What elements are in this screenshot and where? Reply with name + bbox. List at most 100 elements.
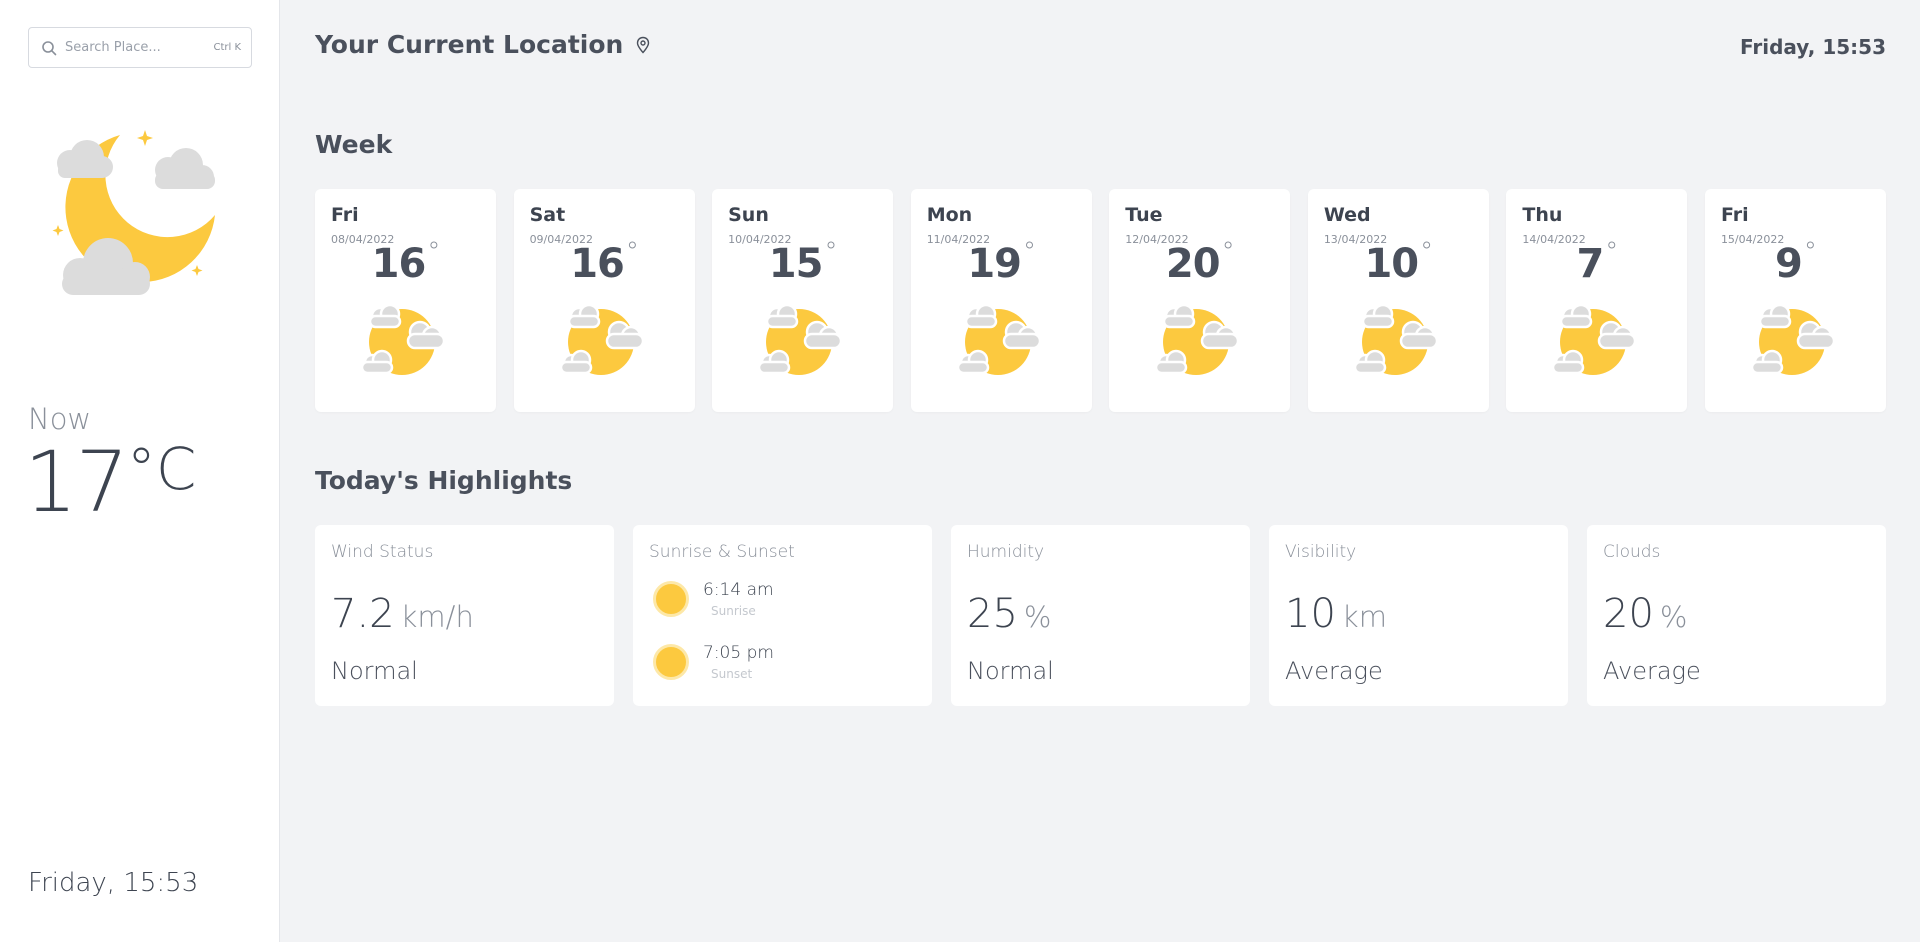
sunset-row: 7:05 pm Sunset: [653, 643, 774, 681]
current-temperature: 17°C: [24, 440, 196, 524]
day-card[interactable]: Wed 13/04/2022 10°: [1307, 189, 1489, 412]
sidebar-datetime: Friday, 15:53: [28, 868, 199, 898]
humidity-value: 25%: [967, 591, 1051, 637]
humidity-number: 25: [967, 591, 1018, 637]
day-card[interactable]: Thu 14/04/2022 7°: [1506, 189, 1688, 412]
day-name: Sun: [728, 204, 769, 226]
day-card[interactable]: Mon 11/04/2022 19°: [910, 189, 1092, 412]
degree-symbol: °: [1023, 237, 1036, 267]
visibility-status: Average: [1285, 657, 1383, 685]
current-temperature-value: 17: [24, 433, 129, 531]
clouds-status: Average: [1603, 657, 1701, 685]
map-pin-icon[interactable]: [635, 36, 651, 54]
sunrise-time: 6:14 am: [703, 580, 774, 600]
day-card[interactable]: Fri 15/04/2022 9°: [1704, 189, 1886, 412]
sun-clouds-icon: [1353, 304, 1439, 375]
day-temperature-value: 7: [1576, 241, 1604, 287]
highlights: Wind Status 7.2 km/h Normal Sunrise & Sun…: [315, 525, 1886, 706]
humidity-unit: %: [1023, 600, 1052, 634]
day-name: Fri: [1720, 204, 1749, 226]
sun-clouds-icon: [360, 304, 446, 375]
sunset-icon: [653, 644, 689, 680]
day-temperature-value: 19: [967, 241, 1022, 287]
sun-clouds-icon: [1552, 304, 1637, 375]
wind-speed-number: 7.2: [331, 591, 395, 637]
wind-speed-value: 7.2 km/h: [331, 591, 474, 637]
temperature-unit: °C: [126, 435, 197, 503]
day-temperature-value: 10: [1364, 241, 1419, 287]
day-temperature: 9°: [1705, 237, 1886, 287]
sunrise-icon: [653, 581, 689, 617]
page-title: Your Current Location: [315, 30, 651, 59]
day-name: Mon: [926, 204, 973, 226]
visibility-card: Visibility 10 km Average: [1269, 525, 1568, 706]
sunrise-sunset-title: Sunrise & Sunset: [649, 542, 795, 562]
moon-clouds-stars-icon: [52, 130, 215, 295]
now-label: Now: [28, 402, 92, 436]
search-box[interactable]: Search Place... Ctrl K: [28, 27, 252, 68]
sidebar: Search Place... Ctrl K Now 17°C Friday, …: [0, 0, 280, 942]
wind-status-card: Wind Status 7.2 km/h Normal: [315, 525, 614, 706]
day-name: Sat: [529, 204, 566, 226]
highlights-section-title: Today's Highlights: [315, 466, 573, 495]
day-temperature-value: 15: [768, 241, 824, 287]
sun-clouds-icon: [956, 304, 1041, 375]
day-name: Fri: [331, 204, 359, 226]
sunset-label: Sunset: [711, 667, 753, 681]
day-temperature: 20°: [1109, 237, 1290, 287]
humidity-title: Humidity: [967, 542, 1045, 562]
search-input[interactable]: Search Place...: [65, 40, 213, 55]
search-icon: [42, 40, 57, 55]
clouds-card: Clouds 20% Average: [1587, 525, 1886, 706]
day-temperature-value: 20: [1165, 241, 1221, 287]
sunrise-row: 6:14 am Sunrise: [653, 580, 774, 618]
day-card[interactable]: Sat 09/04/2022 16°: [513, 189, 695, 412]
day-temperature: 16°: [514, 237, 695, 287]
location-title: Your Current Location: [315, 30, 624, 59]
degree-symbol: °: [625, 237, 639, 267]
day-temperature-value: 9: [1775, 241, 1803, 287]
day-card[interactable]: Sun 10/04/2022 15°: [712, 189, 894, 412]
week-forecast: Fri 08/04/2022 16° Sat 09/04/2022 16° Su…: [315, 189, 1886, 412]
day-temperature: 15°: [712, 237, 893, 287]
clouds-value: 20%: [1603, 591, 1687, 637]
degree-symbol: °: [1221, 237, 1235, 267]
clouds-number: 20: [1603, 591, 1654, 637]
wind-status-text: Normal: [331, 657, 418, 685]
sun-clouds-icon: [559, 304, 644, 375]
search-shortcut-hint: Ctrl K: [213, 42, 241, 53]
degree-symbol: °: [1605, 237, 1618, 267]
wind-speed-unit: km/h: [400, 600, 474, 634]
visibility-unit: km: [1341, 600, 1387, 634]
day-temperature: 16°: [315, 237, 496, 287]
sun-clouds-icon: [757, 304, 843, 375]
wind-status-title: Wind Status: [331, 542, 434, 562]
degree-symbol: °: [427, 237, 440, 267]
day-card[interactable]: Tue 12/04/2022 20°: [1109, 189, 1291, 412]
sunrise-sunset-card: Sunrise & Sunset 6:14 am Sunrise 7:05 pm…: [633, 525, 932, 706]
day-name: Thu: [1522, 204, 1563, 226]
day-temperature-value: 16: [371, 241, 427, 287]
day-name: Tue: [1125, 204, 1163, 226]
day-card[interactable]: Fri 08/04/2022 16°: [315, 189, 496, 412]
sunset-time: 7:05 pm: [703, 643, 774, 663]
sunrise-label: Sunrise: [711, 604, 756, 618]
day-temperature: 19°: [911, 237, 1092, 287]
degree-symbol: °: [1420, 237, 1433, 267]
degree-symbol: °: [1803, 237, 1817, 267]
day-name: Wed: [1323, 204, 1371, 226]
visibility-number: 10: [1285, 591, 1336, 637]
day-temperature: 7°: [1506, 237, 1687, 287]
humidity-card: Humidity 25% Normal: [951, 525, 1250, 706]
day-temperature: 10°: [1308, 237, 1489, 287]
week-section-title: Week: [315, 130, 393, 159]
clouds-title: Clouds: [1603, 542, 1661, 562]
humidity-status: Normal: [967, 657, 1054, 685]
header-datetime: Friday, 15:53: [1739, 35, 1886, 59]
visibility-title: Visibility: [1285, 542, 1357, 562]
day-temperature-value: 16: [570, 241, 625, 287]
degree-symbol: °: [824, 237, 837, 267]
sun-clouds-icon: [1155, 304, 1240, 375]
sun-clouds-icon: [1750, 304, 1836, 375]
clouds-unit: %: [1659, 600, 1688, 634]
